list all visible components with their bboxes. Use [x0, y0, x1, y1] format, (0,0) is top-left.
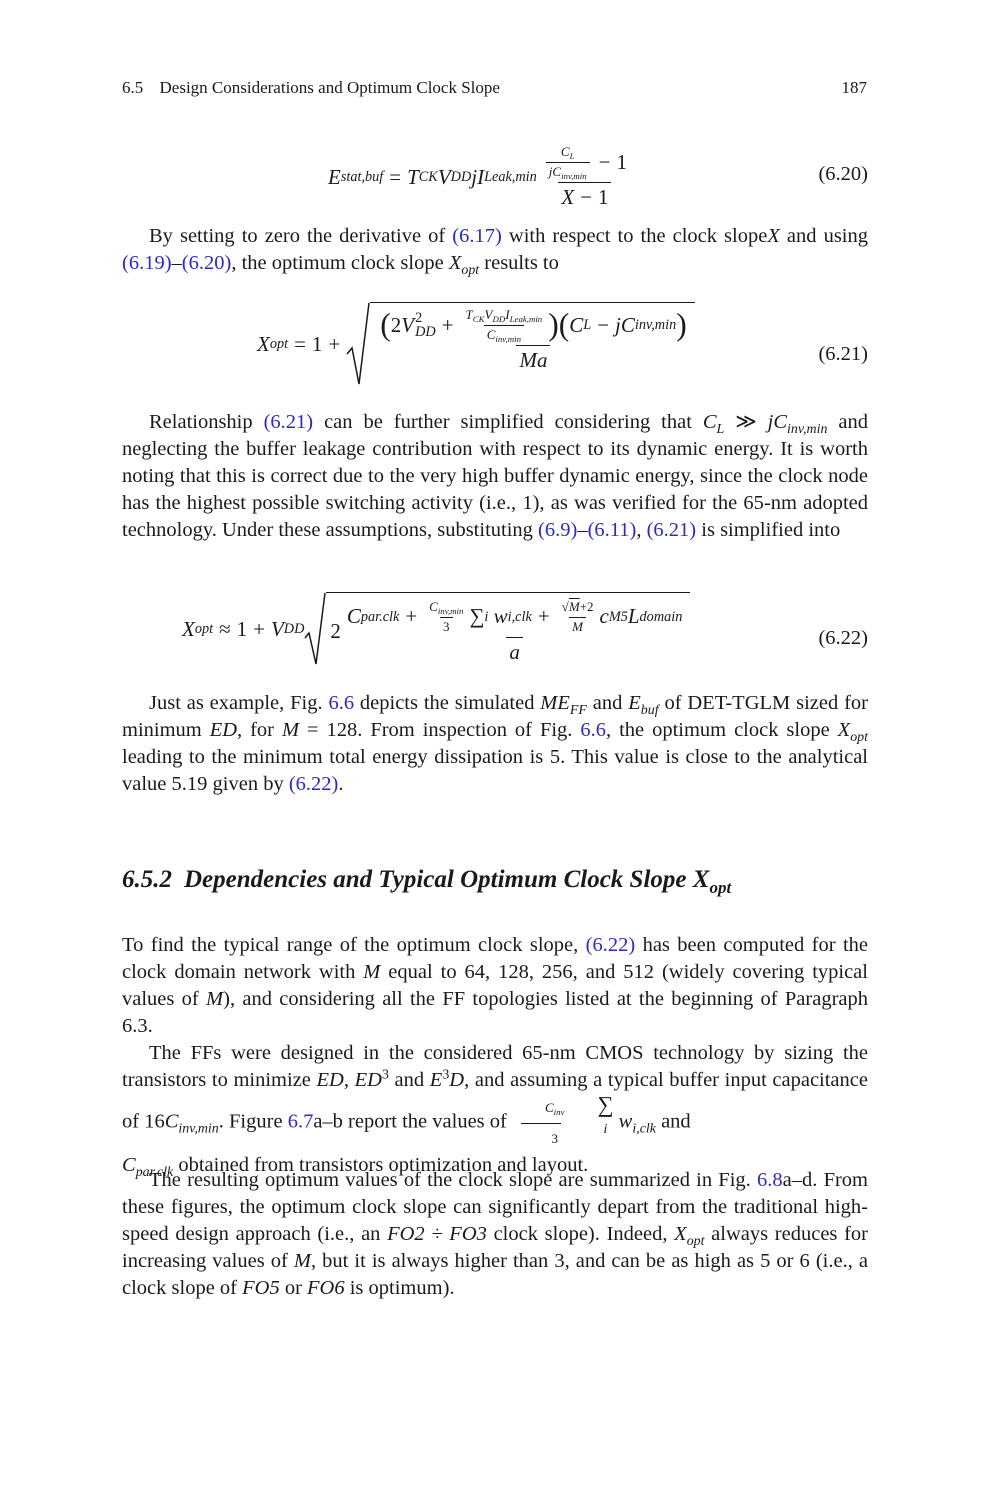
figure-link[interactable]: 6.8: [757, 1169, 783, 1191]
equation-label: (6.21): [818, 343, 868, 365]
equation-link[interactable]: (6.22): [586, 934, 636, 956]
equation-link[interactable]: (6.20): [182, 252, 232, 274]
equation-link[interactable]: (6.17): [452, 225, 502, 247]
paragraph-3: Just as example, Fig. 6.6 depicts the si…: [122, 692, 868, 795]
figure-link[interactable]: 6.6: [580, 719, 606, 741]
running-head: 6.5 Design Considerations and Optimum Cl…: [122, 78, 867, 98]
running-head-title: 6.5 Design Considerations and Optimum Cl…: [122, 78, 500, 97]
figure-link[interactable]: 6.7: [288, 1111, 314, 1133]
document-page: 6.5 Design Considerations and Optimum Cl…: [0, 0, 989, 1500]
paragraph-1: By setting to zero the derivative of (6.…: [122, 225, 868, 278]
equation-label: (6.20): [818, 163, 868, 185]
equation-link[interactable]: (6.22): [289, 773, 339, 795]
equation-link[interactable]: (6.21): [264, 411, 314, 433]
equation-6-21-body: Xopt = 1 + (2 V 2 DD + TCKVDDILeak,min Cinv,mi…: [257, 302, 695, 386]
equation-link[interactable]: (6.21): [647, 519, 697, 541]
paragraph-4: To find the typical range of the optimum…: [122, 934, 868, 1037]
paragraph-5: The FFs were designed in the considered …: [122, 1042, 868, 1180]
equation-link[interactable]: (6.19): [122, 252, 172, 274]
equation-link[interactable]: (6.9): [538, 519, 577, 541]
paragraph-2: Relationship (6.21) can be further simpl…: [122, 411, 868, 541]
equation-6-22: Xopt ≈1 + V DD 2 Cpar.clk + Cinv,min 3 ∑ i w i,…: [122, 590, 868, 670]
sqrt-symbol: (2 V 2 DD + TCKVDDILeak,min Cinv,min )(C L − jC…: [346, 302, 695, 386]
equation-label: (6.22): [818, 627, 868, 649]
equation-6-21: Xopt = 1 + (2 V 2 DD + TCKVDDILeak,min Cinv,mi…: [122, 298, 868, 388]
equation-link[interactable]: (6.11): [588, 519, 637, 541]
figure-link[interactable]: 6.6: [328, 692, 354, 714]
paragraph-6: The resulting optimum values of the cloc…: [122, 1169, 868, 1299]
section-heading: 6.5.2 Dependencies and Typical Optimum Cl…: [122, 866, 732, 897]
sqrt-symbol: 2 Cpar.clk + Cinv,min 3 ∑ i w i,clk + √M+2 M c…: [304, 592, 691, 666]
page-number: 187: [841, 78, 868, 97]
equation-6-20: Estat,buf = T CK V DD jI Leak,min CL jCinv,min…: [122, 138, 868, 209]
equation-6-20-body: Estat,buf = T CK V DD jI Leak,min CL jCinv,min…: [328, 144, 628, 209]
equation-6-22-body: Xopt ≈1 + V DD 2 Cpar.clk + Cinv,min 3 ∑ i w i,…: [182, 592, 691, 666]
